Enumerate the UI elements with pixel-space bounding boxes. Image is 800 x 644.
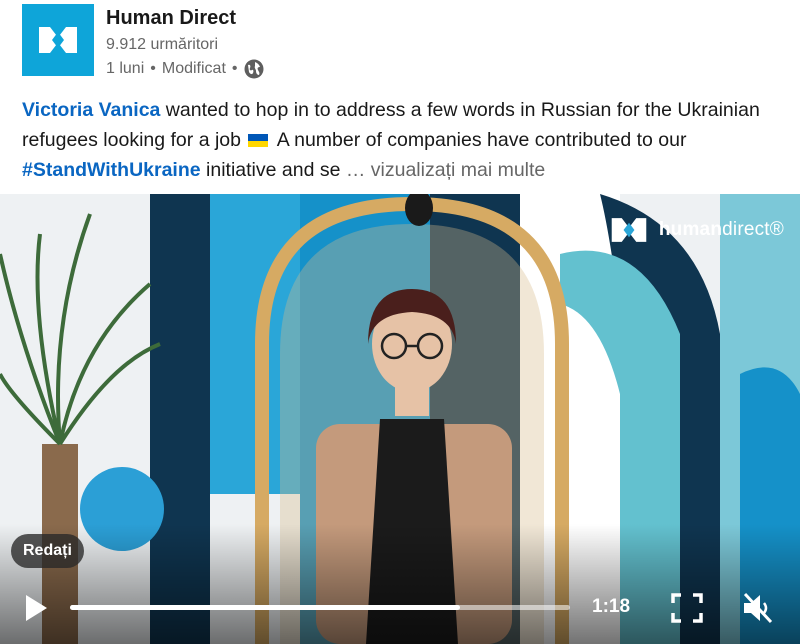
mention-link[interactable]: Victoria Vanica [22, 99, 160, 121]
fullscreen-button[interactable] [670, 592, 704, 624]
watermark-light: direct [722, 219, 770, 240]
meta-separator: • [231, 60, 238, 77]
post-time: 1 luni [106, 60, 145, 77]
human-direct-logo-icon [611, 218, 647, 242]
follower-count: 9.912 urmăritori [106, 36, 219, 53]
hashtag-link[interactable]: #StandWithUkraine [22, 159, 201, 181]
human-direct-logo-icon [39, 27, 77, 53]
edited-label: Modificat [161, 60, 226, 77]
meta-separator: • [150, 60, 156, 77]
mute-button[interactable] [740, 590, 776, 626]
replay-button[interactable]: Redați [11, 534, 84, 568]
progress-fill [70, 605, 460, 610]
video-duration: 1:18 [592, 596, 631, 617]
play-icon [26, 595, 47, 621]
post-header: Human Direct 9.912 urmăritori 1 luni • M… [0, 0, 800, 88]
post-meta: 1 luni • Modificat • [106, 59, 264, 79]
ukraine-flag-icon [248, 134, 269, 147]
watermark-bold: human [658, 219, 723, 240]
watermark-text: humandirect® [659, 219, 784, 241]
company-name[interactable]: Human Direct [106, 7, 236, 30]
volume-muted-icon [743, 592, 773, 624]
post-text-part: A number of companies have contributed t… [272, 129, 687, 151]
post-text-part: initiative and se [200, 159, 341, 181]
progress-bar[interactable] [70, 605, 570, 610]
post-body: Victoria Vanica wanted to hop in to addr… [22, 95, 792, 185]
video-controls: 1:18 [0, 574, 800, 644]
watermark-registered: ® [769, 219, 784, 240]
company-logo[interactable] [22, 4, 94, 76]
globe-icon [244, 59, 264, 79]
video-watermark: humandirect® [609, 214, 784, 246]
see-more-link[interactable]: … vizualizați mai multe [340, 159, 545, 181]
fullscreen-icon [671, 593, 703, 623]
play-button[interactable] [22, 592, 50, 624]
video-player[interactable]: humandirect® Redați 1:18 [0, 194, 800, 644]
